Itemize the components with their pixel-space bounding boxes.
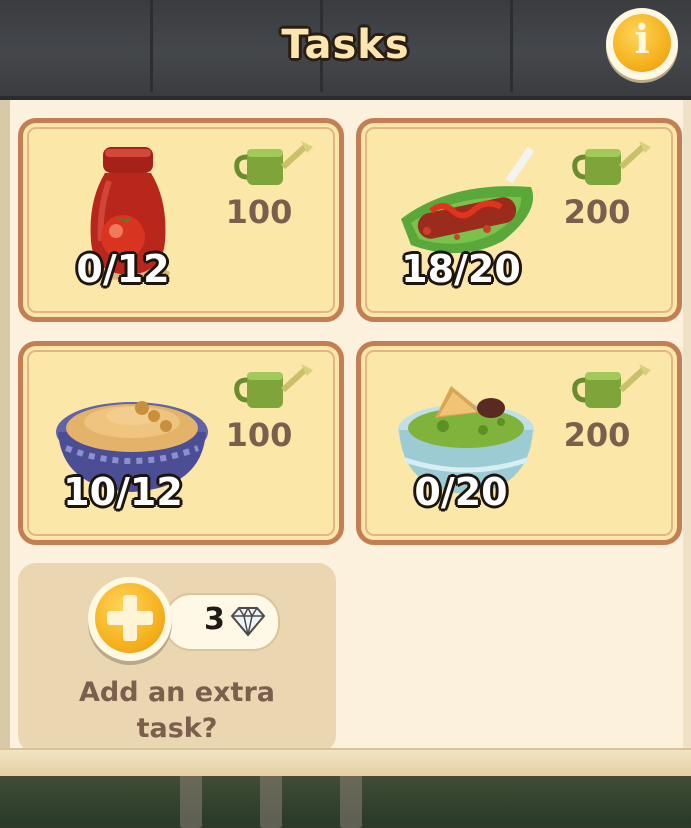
reward-value: 100 bbox=[225, 416, 293, 454]
diamond-icon bbox=[230, 606, 266, 637]
task-progress: 10/12 bbox=[63, 470, 183, 514]
task-progress: 18/20 bbox=[401, 247, 521, 291]
panel-edge bbox=[0, 100, 10, 760]
panel-edge bbox=[683, 100, 691, 760]
header-bar: Tasks i bbox=[0, 0, 691, 100]
fence-post bbox=[180, 768, 202, 828]
info-icon: i bbox=[613, 14, 671, 72]
watering-can-icon bbox=[572, 141, 651, 185]
info-button[interactable]: i bbox=[606, 8, 678, 80]
fence-post bbox=[260, 768, 282, 828]
watering-can-icon bbox=[572, 364, 651, 408]
extra-task-card[interactable]: 3 Add an extra task? bbox=[18, 563, 336, 753]
diamond-cost: 3 bbox=[204, 602, 225, 637]
task-progress: 0/20 bbox=[414, 470, 508, 514]
reward-value: 200 bbox=[563, 416, 631, 454]
task-card-sausage[interactable]: 200 18/20 bbox=[356, 118, 682, 322]
watering-can-icon bbox=[234, 141, 313, 185]
task-card-ketchup[interactable]: 100 0/12 bbox=[18, 118, 344, 322]
page-title: Tasks bbox=[281, 22, 410, 68]
fence-post bbox=[340, 768, 362, 828]
watering-can-icon bbox=[234, 364, 313, 408]
plus-icon bbox=[95, 583, 165, 653]
add-task-button[interactable] bbox=[88, 577, 172, 661]
task-card-hummus[interactable]: 100 10/12 bbox=[18, 341, 344, 545]
task-card-guacamole[interactable]: 200 0/20 bbox=[356, 341, 682, 545]
extra-task-label: Add an extra task? bbox=[79, 677, 275, 744]
task-progress: 0/12 bbox=[76, 247, 170, 291]
cost-pill: 3 bbox=[164, 593, 280, 651]
reward-value: 200 bbox=[563, 193, 631, 231]
reward-value: 100 bbox=[225, 193, 293, 231]
panel-footer bbox=[0, 748, 691, 776]
